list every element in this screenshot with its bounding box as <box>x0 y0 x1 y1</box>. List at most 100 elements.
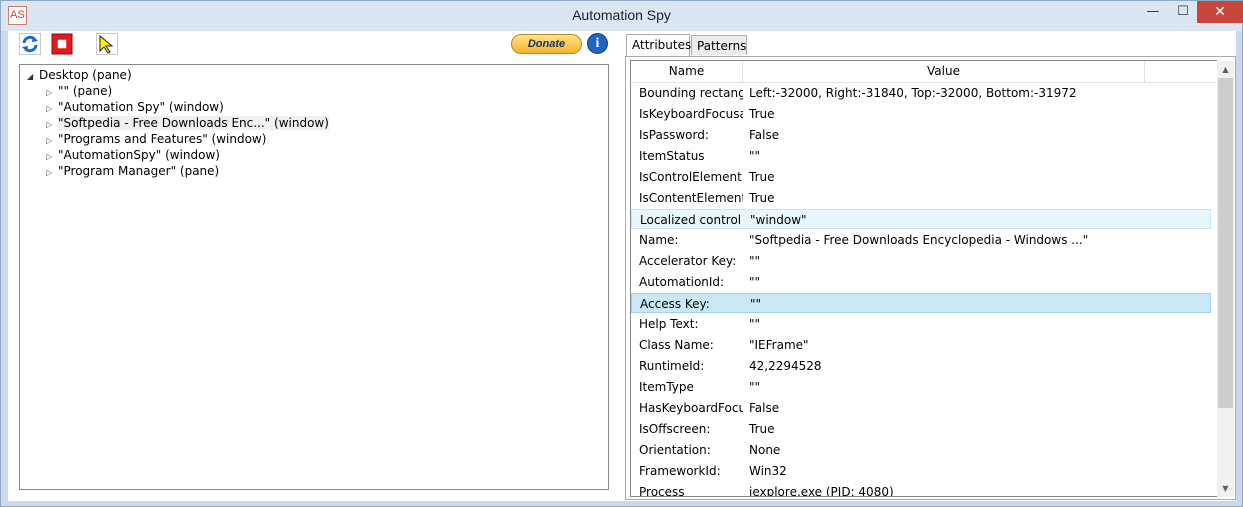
table-row[interactable]: AutomationId: "" <box>631 272 1211 292</box>
attribute-value: False <box>749 401 780 415</box>
tree-item-label: "Programs and Features" (window) <box>58 132 267 146</box>
table-row[interactable]: Orientation: None <box>631 440 1211 460</box>
attribute-value: "" <box>749 380 761 394</box>
attributes-panel: Name Value Bounding rectangle Left:-32000… <box>625 56 1236 500</box>
title-bar[interactable]: AS Automation Spy — ☐ ✕ <box>1 1 1243 31</box>
table-row[interactable]: ItemType "" <box>631 377 1211 397</box>
minimize-button[interactable]: — <box>1138 1 1168 23</box>
attribute-name: IsContentElement: <box>639 191 743 205</box>
table-row[interactable]: FrameworkId: Win32 <box>631 461 1211 481</box>
attribute-name: HasKeyboardFocus <box>639 401 743 415</box>
table-row[interactable]: IsControlElement: True <box>631 167 1211 187</box>
attribute-value: "" <box>749 149 761 163</box>
tree-item[interactable]: ▷ "Automation Spy" (window) <box>46 99 224 115</box>
attribute-value: None <box>749 443 781 457</box>
column-header-name[interactable]: Name <box>631 61 743 82</box>
attribute-name: IsOffscreen: <box>639 422 711 436</box>
table-row[interactable]: IsContentElement: True <box>631 188 1211 208</box>
pick-element-button[interactable] <box>96 33 118 55</box>
tree-item-selected[interactable]: ▷ "Softpedia - Free Downloads Enc..." (wi… <box>46 115 329 131</box>
tree-item-label: "Softpedia - Free Downloads Enc..." (win… <box>58 116 329 130</box>
tree-item[interactable]: ▷ "Programs and Features" (window) <box>46 131 266 147</box>
attribute-name: ItemStatus <box>639 149 705 163</box>
table-row[interactable]: RuntimeId: 42,2294528 <box>631 356 1211 376</box>
tree-item-label: "AutomationSpy" (window) <box>58 148 220 162</box>
tree-item-label: "Program Manager" (pane) <box>58 164 220 178</box>
table-row[interactable]: Help Text: "" <box>631 314 1211 334</box>
attribute-name: Name: <box>639 233 679 247</box>
column-header-value[interactable]: Value <box>743 61 1145 82</box>
scroll-thumb[interactable] <box>1218 78 1233 408</box>
attribute-name: IsControlElement: <box>639 170 743 184</box>
expanded-triangle-icon[interactable]: ◢ <box>27 69 39 85</box>
table-row[interactable]: Bounding rectangle Left:-32000, Right:-31… <box>631 83 1211 103</box>
maximize-button[interactable]: ☐ <box>1168 1 1198 23</box>
collapsed-triangle-icon[interactable]: ▷ <box>46 165 58 181</box>
info-icon[interactable]: i <box>587 33 608 54</box>
attributes-grid[interactable]: Name Value Bounding rectangle Left:-32000… <box>630 60 1217 497</box>
attribute-name: Access Key: <box>640 297 710 311</box>
table-row[interactable]: Name: "Softpedia - Free Downloads Encyclo… <box>631 230 1211 250</box>
table-row[interactable]: IsPassword: False <box>631 125 1211 145</box>
attribute-value: "Softpedia - Free Downloads Encyclopedia… <box>749 233 1089 247</box>
attribute-name: ItemType <box>639 380 694 394</box>
tree-item[interactable]: ▷ "AutomationSpy" (window) <box>46 147 220 163</box>
attribute-name: FrameworkId: <box>639 464 721 478</box>
attribute-name: AutomationId: <box>639 275 725 289</box>
element-tree[interactable]: ◢ Desktop (pane) ▷ "" (pane) ▷ "Automation … <box>19 64 609 490</box>
pointer-icon <box>96 33 118 55</box>
column-header-filler <box>1145 61 1217 82</box>
attribute-value: True <box>749 422 775 436</box>
attribute-name: Bounding rectangle <box>639 86 743 100</box>
close-button[interactable]: ✕ <box>1197 1 1243 23</box>
attribute-value: "" <box>750 297 762 311</box>
table-row[interactable]: Accelerator Key: "" <box>631 251 1211 271</box>
attribute-value: "" <box>749 317 761 331</box>
refresh-button[interactable] <box>19 33 41 55</box>
attribute-value: "" <box>749 275 761 289</box>
table-row[interactable]: IsOffscreen: True <box>631 419 1211 439</box>
table-row[interactable]: IsKeyboardFocusable True <box>631 104 1211 124</box>
attribute-name: Localized control type <box>640 213 744 227</box>
tab-patterns[interactable]: Patterns <box>691 35 747 55</box>
stop-icon <box>51 33 73 55</box>
attribute-value: "IEFrame" <box>749 338 809 352</box>
tree-item-label: "" (pane) <box>58 84 113 98</box>
attribute-value: Win32 <box>749 464 787 478</box>
attribute-name: IsPassword: <box>639 128 709 142</box>
donate-button[interactable]: Donate <box>511 34 582 54</box>
attribute-name: Help Text: <box>639 317 699 331</box>
attribute-value: True <box>749 107 775 121</box>
table-row[interactable]: Localized control type "window" <box>631 209 1211 229</box>
refresh-icon <box>19 33 41 55</box>
table-row[interactable]: Class Name: "IEFrame" <box>631 335 1211 355</box>
tree-item-label: "Automation Spy" (window) <box>58 100 224 114</box>
table-row[interactable]: Process iexplore.exe (PID: 4080) <box>631 482 1211 497</box>
window-title: Automation Spy <box>572 7 671 23</box>
attribute-name: Class Name: <box>639 338 714 352</box>
attribute-value: "window" <box>750 213 807 227</box>
attribute-name: Accelerator Key: <box>639 254 737 268</box>
tab-attributes[interactable]: Attributes <box>626 34 691 56</box>
grid-header: Name Value <box>631 61 1217 83</box>
tree-item[interactable]: ▷ "Program Manager" (pane) <box>46 163 219 179</box>
tree-item[interactable]: ▷ "" (pane) <box>46 83 112 99</box>
scroll-up-icon[interactable]: ▲ <box>1217 61 1234 78</box>
attribute-name: IsKeyboardFocusable <box>639 107 743 121</box>
client-area: Donate i ◢ Desktop (pane) ▷ "" (pane) ▷ "Au… <box>8 31 1236 501</box>
table-row[interactable]: Access Key: "" <box>631 293 1211 313</box>
vertical-scrollbar[interactable]: ▲ ▼ <box>1217 61 1234 497</box>
attribute-value: 42,2294528 <box>749 359 822 373</box>
attribute-value: "" <box>749 254 761 268</box>
attribute-value: True <box>749 191 775 205</box>
table-row[interactable]: ItemStatus "" <box>631 146 1211 166</box>
tree-item-root[interactable]: ◢ Desktop (pane) <box>27 67 132 83</box>
scroll-down-icon[interactable]: ▼ <box>1217 480 1234 497</box>
attribute-name: Orientation: <box>639 443 711 457</box>
table-row[interactable]: HasKeyboardFocus False <box>631 398 1211 418</box>
stop-button[interactable] <box>51 33 73 55</box>
attribute-name: Process <box>639 485 685 497</box>
tree-item-label: Desktop (pane) <box>39 68 132 82</box>
attribute-value: True <box>749 170 775 184</box>
attribute-value: False <box>749 128 780 142</box>
